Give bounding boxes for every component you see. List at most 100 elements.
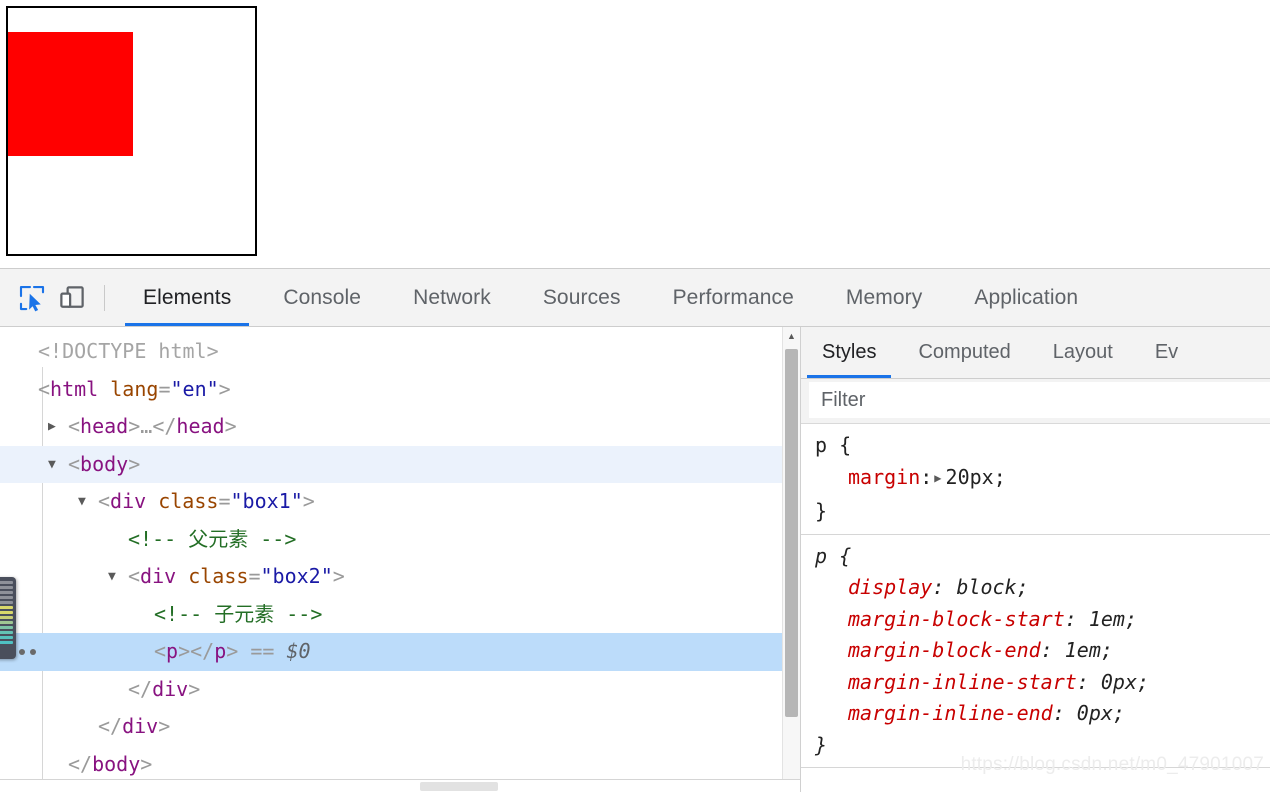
css-colon: : <box>932 575 945 599</box>
tab-memory-label: Memory <box>845 285 923 309</box>
dom-tree-pane: <!DOCTYPE html> <html lang="en"> <head>…</… <box>0 327 801 792</box>
dom-tree-row[interactable]: </body> <box>0 746 800 784</box>
dom-tree-row[interactable]: <!DOCTYPE html> <box>0 333 800 371</box>
tab-memory[interactable]: Memory <box>820 269 948 326</box>
dom-tree-row[interactable]: </div> <box>0 671 800 709</box>
twisty-open-icon[interactable] <box>108 570 128 583</box>
box1-element <box>6 6 257 256</box>
css-colon: : <box>1052 701 1065 725</box>
css-space <box>1077 607 1089 631</box>
css-declaration[interactable]: margin-inline-end: 0px; <box>815 698 1270 730</box>
tab-elements[interactable]: Elements <box>117 269 257 326</box>
tab-application[interactable]: Application <box>948 269 1104 326</box>
css-property-value[interactable]: 0px; <box>1101 670 1149 694</box>
dom-tree-row[interactable]: <html lang="en"> <box>0 371 800 409</box>
devtools-window: Elements Console Network Sources Perform… <box>0 268 1270 792</box>
css-selector[interactable]: p { <box>815 541 1270 573</box>
css-selector[interactable]: p { <box>815 430 1270 462</box>
scroll-up-arrow[interactable]: ▲ <box>783 327 800 345</box>
tab-performance-label: Performance <box>672 285 794 309</box>
tab-computed-label: Computed <box>918 341 1011 363</box>
css-property-name[interactable]: margin <box>848 465 920 489</box>
hscrollbar-thumb[interactable] <box>420 782 498 791</box>
css-space <box>1065 701 1077 725</box>
css-declaration[interactable]: margin: ▶ 20px; <box>815 462 1270 497</box>
css-declaration[interactable]: display: block; <box>815 572 1270 604</box>
tab-event-listeners-label: Ev <box>1154 341 1179 363</box>
css-declaration[interactable]: margin-block-end: 1em; <box>815 635 1270 667</box>
twisty-open-icon[interactable] <box>48 458 68 471</box>
dom-row-markup: </body> <box>68 751 153 776</box>
styles-filter-input[interactable] <box>809 382 1270 418</box>
css-rule-block[interactable]: p {margin: ▶ 20px;} <box>801 424 1270 535</box>
dom-tree-row[interactable]: <div class="box2"> <box>0 558 800 596</box>
inspect-cursor-icon[interactable] <box>12 278 52 318</box>
css-property-value[interactable]: 20px; <box>946 465 1006 489</box>
css-property-value[interactable]: 1em; <box>1089 607 1137 631</box>
styles-tab-strip: Styles Computed Layout Ev <box>801 327 1270 379</box>
css-property-name[interactable]: margin-inline-end <box>848 701 1053 725</box>
css-property-name[interactable]: display <box>848 575 932 599</box>
css-space <box>1053 638 1065 662</box>
tab-styles[interactable]: Styles <box>801 327 897 378</box>
css-property-name[interactable]: margin-inline-start <box>848 670 1077 694</box>
tab-styles-label: Styles <box>822 341 877 363</box>
tab-network-label: Network <box>413 285 491 309</box>
tab-network[interactable]: Network <box>387 269 517 326</box>
css-declaration[interactable]: margin-inline-start: 0px; <box>815 667 1270 699</box>
tab-sources[interactable]: Sources <box>517 269 647 326</box>
css-declaration[interactable]: margin-block-start: 1em; <box>815 604 1270 636</box>
css-rule-block[interactable]: p {display: block; margin-block-start: 1e… <box>801 535 1270 768</box>
tab-event-listeners[interactable]: Ev <box>1134 327 1199 378</box>
page-viewport <box>0 0 1270 268</box>
dom-row-markup: <div class="box1"> <box>98 489 315 513</box>
devtools-screenshot: Elements Console Network Sources Perform… <box>0 0 1270 792</box>
tab-performance[interactable]: Performance <box>647 269 820 326</box>
dom-tree-row[interactable]: <head>…</head> <box>0 408 800 446</box>
tab-layout[interactable]: Layout <box>1032 327 1134 378</box>
dom-row-markup: <html lang="en"> <box>38 376 231 401</box>
dom-tree-row[interactable]: </div> <box>0 708 800 746</box>
shorthand-expander-icon[interactable]: ▶ <box>934 463 941 495</box>
css-property-value[interactable]: block; <box>956 575 1028 599</box>
css-space <box>944 575 956 599</box>
styles-filter-bar <box>801 379 1270 424</box>
box2-element <box>8 32 133 156</box>
css-property-name[interactable]: margin-block-end <box>848 638 1041 662</box>
page-overlay-widget[interactable] <box>0 577 16 659</box>
devtools-toolbar: Elements Console Network Sources Perform… <box>0 269 1270 327</box>
dom-row-markup: </div> <box>128 676 201 701</box>
dom-row-markup: <body> <box>68 451 141 476</box>
devtools-main: <!DOCTYPE html> <html lang="en"> <head>…</… <box>0 327 1270 792</box>
css-space <box>1089 670 1101 694</box>
device-toolbar-icon[interactable] <box>52 278 92 318</box>
tab-console-label: Console <box>283 285 362 309</box>
css-property-value[interactable]: 0px; <box>1077 701 1125 725</box>
dom-tree-hscrollbar[interactable] <box>0 779 800 792</box>
dom-row-markup: <!DOCTYPE html> <box>38 339 219 363</box>
dom-row-markup: <div class="box2"> <box>128 564 345 588</box>
twisty-closed-icon[interactable] <box>48 420 68 433</box>
styles-sidebar-pane: Styles Computed Layout Ev p {margin:▶20 <box>801 327 1270 792</box>
dom-tree-row[interactable]: <p></p> == $0 <box>0 633 800 671</box>
twisty-open-icon[interactable] <box>78 495 98 508</box>
dom-tree-row[interactable]: <!-- 父元素 --> <box>0 521 800 559</box>
scrollbar-thumb[interactable] <box>785 349 798 717</box>
dom-row-markup: </div> <box>98 714 171 738</box>
dom-tree-row[interactable]: <body> <box>0 445 800 483</box>
css-property-name[interactable]: margin-block-start <box>848 607 1065 631</box>
devtools-tab-strip: Elements Console Network Sources Perform… <box>117 269 1270 326</box>
css-colon: : <box>920 464 933 489</box>
css-rules-list: p {margin: ▶ 20px;} p {display: block; margi… <box>801 424 1270 768</box>
tab-console[interactable]: Console <box>257 269 387 326</box>
dom-tree-row[interactable]: <!-- 子元素 --> <box>0 596 800 634</box>
css-property-value[interactable]: 1em; <box>1065 638 1113 662</box>
dom-tree[interactable]: <!DOCTYPE html> <html lang="en"> <head>…</… <box>0 327 800 783</box>
tab-layout-label: Layout <box>1052 341 1113 363</box>
tab-elements-label: Elements <box>143 285 232 309</box>
dom-tree-scrollbar[interactable]: ▲ ▼ <box>782 327 800 792</box>
tab-computed[interactable]: Computed <box>897 327 1031 378</box>
css-colon: : <box>1040 638 1053 662</box>
css-rule-close-brace: } <box>815 499 828 523</box>
dom-tree-row[interactable]: <div class="box1"> <box>0 483 800 521</box>
